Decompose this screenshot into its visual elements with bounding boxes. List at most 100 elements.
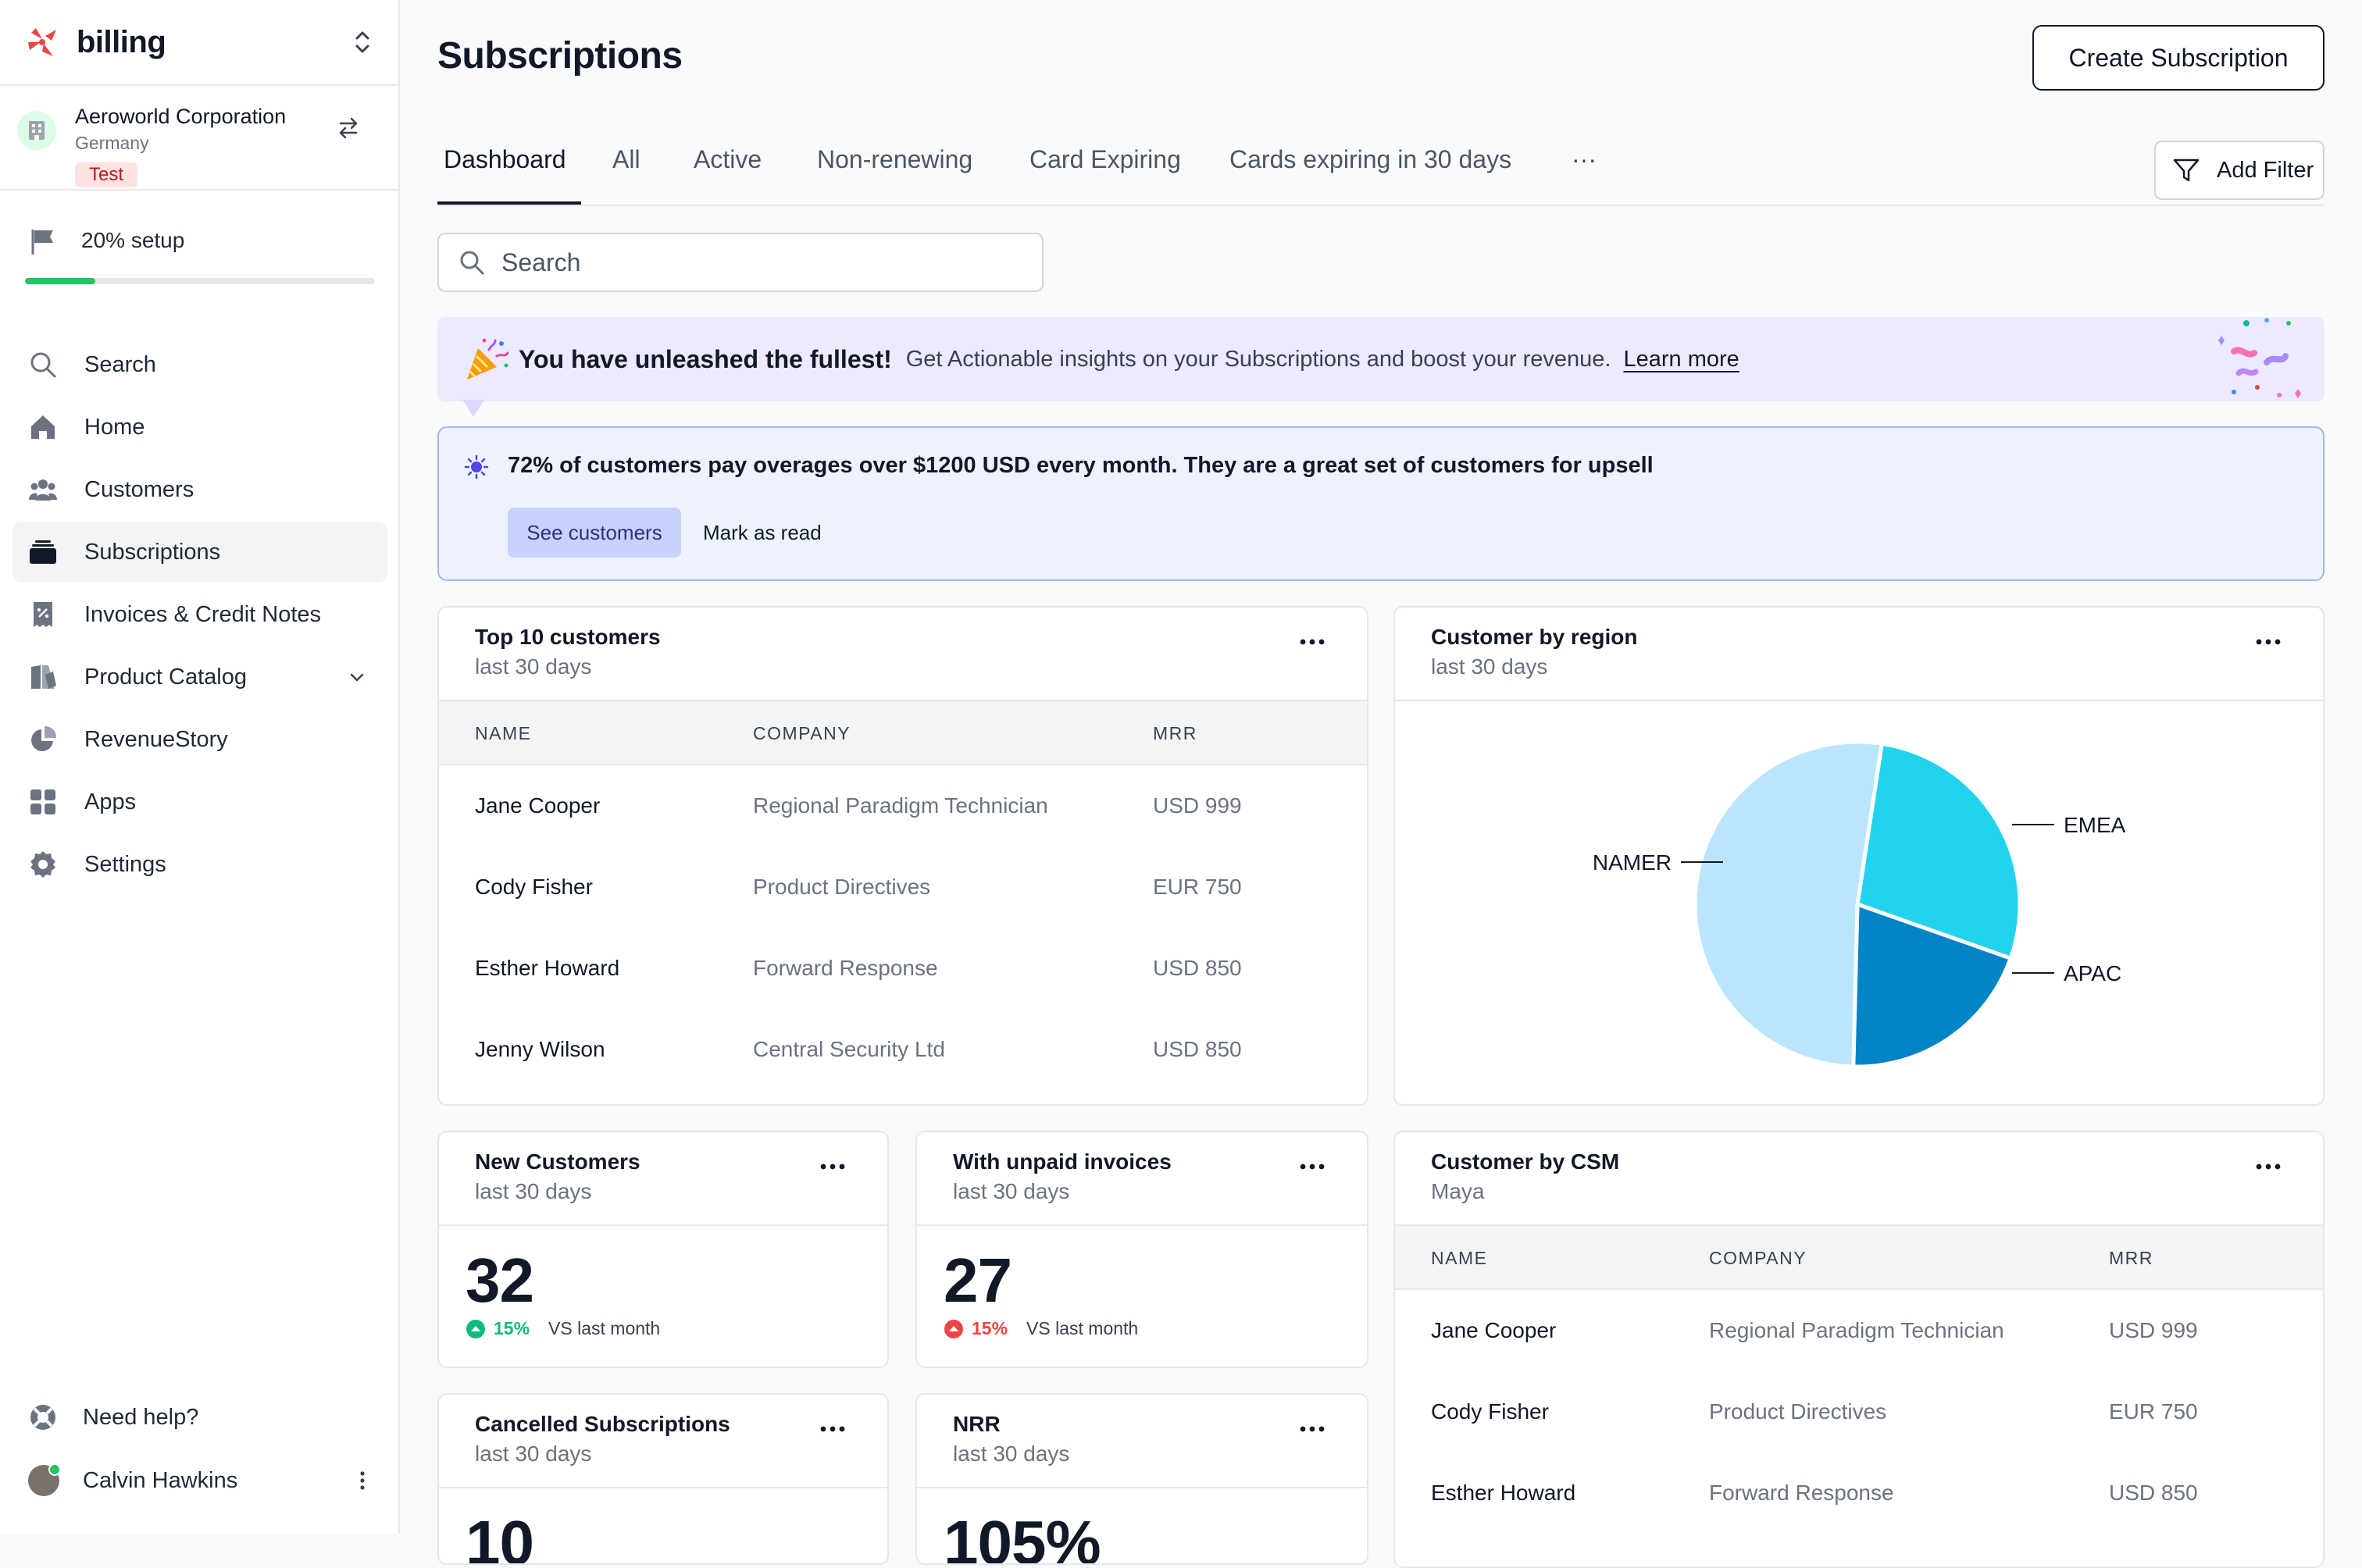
nav-item-subscriptions[interactable]: Subscriptions: [12, 522, 387, 583]
tab-non-renewing[interactable]: Non-renewing: [817, 145, 972, 174]
card-subtitle: last 30 days: [953, 1179, 1070, 1203]
create-subscription-button[interactable]: Create Subscription: [2032, 25, 2325, 91]
promo-title: You have unleashed the fullest!: [519, 344, 892, 373]
promo-text: Get Actionable insights on your Subscrip…: [905, 346, 1611, 372]
stat-body: 105%: [917, 1488, 1367, 1563]
stack-icon: [30, 540, 56, 564]
nav-item-invoices[interactable]: Invoices & Credit Notes: [12, 584, 387, 645]
tabs-more-button[interactable]: ···: [1572, 145, 1597, 174]
customer-mrr: USD 850: [1153, 1037, 1242, 1061]
stat-delta: 15% VS last month: [466, 1318, 660, 1339]
card-subtitle: last 30 days: [953, 1441, 1070, 1466]
org-switcher[interactable]: Aeroworld Corporation Germany Test: [17, 98, 384, 192]
region-pie-chart: NAMER EMEA APAC: [1593, 739, 2126, 1069]
card-subtitle: Maya: [1431, 1179, 1485, 1203]
help-label: Need help?: [83, 1404, 199, 1430]
nav-item-revenuestory[interactable]: RevenueStory: [12, 709, 387, 770]
brand[interactable]: billing: [25, 22, 375, 62]
divider: [0, 189, 400, 191]
customer-name: Cody Fisher: [475, 875, 593, 899]
nav-item-apps[interactable]: Apps: [12, 772, 387, 832]
card-header: Top 10 customers last 30 days: [439, 608, 1367, 701]
setup-progress[interactable]: 20% setup: [25, 222, 376, 287]
table-row[interactable]: Esther Howard Forward Response USD 850: [439, 928, 1367, 1009]
home-icon: [31, 415, 55, 439]
help-link[interactable]: Need help?: [28, 1402, 198, 1432]
card-title: With unpaid invoices: [953, 1149, 1172, 1174]
delta-label: VS last month: [1026, 1318, 1139, 1338]
environment-badge: Test: [75, 162, 138, 187]
csm-card: Customer by CSM Maya NAME COMPANY MRR Ja…: [1393, 1131, 2325, 1568]
mark-as-read-button[interactable]: Mark as read: [703, 508, 822, 558]
nav-item-product-catalog[interactable]: Product Catalog: [12, 647, 387, 707]
lifebuoy-icon: [30, 1405, 55, 1430]
nav-label: RevenueStory: [84, 726, 228, 752]
nav-item-search[interactable]: Search: [12, 334, 387, 395]
add-filter-label: Add Filter: [2217, 157, 2314, 183]
stat-body: 10: [439, 1488, 887, 1563]
chevron-up-down-icon[interactable]: [350, 27, 375, 58]
nav-item-customers[interactable]: Customers: [12, 459, 387, 520]
more-horizontal-icon[interactable]: [1297, 1421, 1328, 1437]
setup-label: 20% setup: [81, 228, 185, 252]
chargebee-logo-icon: [28, 28, 56, 56]
customer-name: Jenny Wilson: [475, 1037, 605, 1061]
search-box[interactable]: [437, 233, 1044, 292]
stat-value: 27: [944, 1245, 1012, 1315]
more-horizontal-icon[interactable]: [1297, 634, 1328, 650]
customer-company: Forward Response: [1709, 1481, 1894, 1505]
more-horizontal-icon[interactable]: [817, 1421, 848, 1437]
customer-company: Forward Response: [753, 956, 938, 980]
card-header: New Customers last 30 days: [439, 1132, 887, 1226]
org-name: Aeroworld Corporation: [75, 105, 287, 128]
tab-dashboard[interactable]: Dashboard: [444, 145, 566, 174]
users-icon: [29, 479, 57, 501]
see-customers-button[interactable]: See customers: [508, 508, 681, 558]
swap-icon[interactable]: [334, 114, 362, 142]
trend-up-icon: [944, 1319, 963, 1338]
nav-item-settings[interactable]: Settings: [12, 834, 387, 895]
nav-label: Customers: [84, 476, 194, 502]
more-vertical-icon[interactable]: [353, 1466, 372, 1495]
table-row[interactable]: Jane Cooper Regional Paradigm Technician…: [1395, 1290, 2323, 1371]
more-horizontal-icon[interactable]: [817, 1159, 848, 1174]
tab-card-expiring[interactable]: Card Expiring: [1029, 145, 1181, 174]
app-name: billing: [77, 24, 166, 59]
table-row[interactable]: Cody Fisher Product Directives EUR 750: [1395, 1371, 2323, 1452]
flag-icon: [31, 230, 53, 255]
more-horizontal-icon[interactable]: [2253, 1159, 2284, 1174]
card-subtitle: last 30 days: [1431, 654, 1548, 679]
nav-label: Subscriptions: [84, 539, 221, 565]
tab-all[interactable]: All: [612, 145, 640, 174]
customer-company: Regional Paradigm Technician: [1709, 1318, 2004, 1342]
chevron-down-icon[interactable]: [347, 667, 367, 687]
add-filter-button[interactable]: Add Filter: [2154, 141, 2325, 200]
tab-cards-expiring-30-days[interactable]: Cards expiring in 30 days: [1229, 145, 1511, 174]
setup-progress-bar: [25, 278, 375, 284]
more-horizontal-icon[interactable]: [1297, 1159, 1328, 1174]
search-input[interactable]: [501, 248, 1033, 277]
filter-icon: [2173, 159, 2200, 182]
party-popper-icon: [467, 338, 509, 380]
table-row[interactable]: Cody Fisher Product Directives EUR 750: [439, 846, 1367, 928]
catalog-icon: [31, 665, 56, 689]
table-row[interactable]: Esther Howard Forward Response USD 850: [1395, 1452, 2323, 1534]
stat-body: 32 15% VS last month: [439, 1226, 887, 1367]
table-row[interactable]: Jenny Wilson Central Security Ltd USD 85…: [439, 1009, 1367, 1090]
table-row[interactable]: Jane Cooper Regional Paradigm Technician…: [439, 765, 1367, 846]
learn-more-link[interactable]: Learn more: [1624, 347, 1739, 372]
nrr-card: NRR last 30 days 105%: [915, 1393, 1368, 1565]
unpaid-invoices-card: With unpaid invoices last 30 days 27 15%…: [915, 1131, 1368, 1368]
org-country: Germany: [75, 133, 149, 153]
pie-slice-namer[interactable]: [1693, 739, 1885, 1069]
user-menu[interactable]: Calvin Hawkins: [28, 1463, 372, 1496]
nav-label: Home: [84, 414, 145, 440]
region-card: Customer by region last 30 days NAMER EM…: [1393, 606, 2325, 1106]
tab-active[interactable]: Active: [694, 145, 762, 174]
card-title: Top 10 customers: [475, 625, 661, 649]
more-horizontal-icon[interactable]: [2253, 634, 2284, 650]
card-subtitle: last 30 days: [475, 1179, 592, 1203]
gear-icon: [30, 851, 55, 878]
nav-item-home[interactable]: Home: [12, 397, 387, 458]
nav-label: Invoices & Credit Notes: [84, 601, 322, 627]
